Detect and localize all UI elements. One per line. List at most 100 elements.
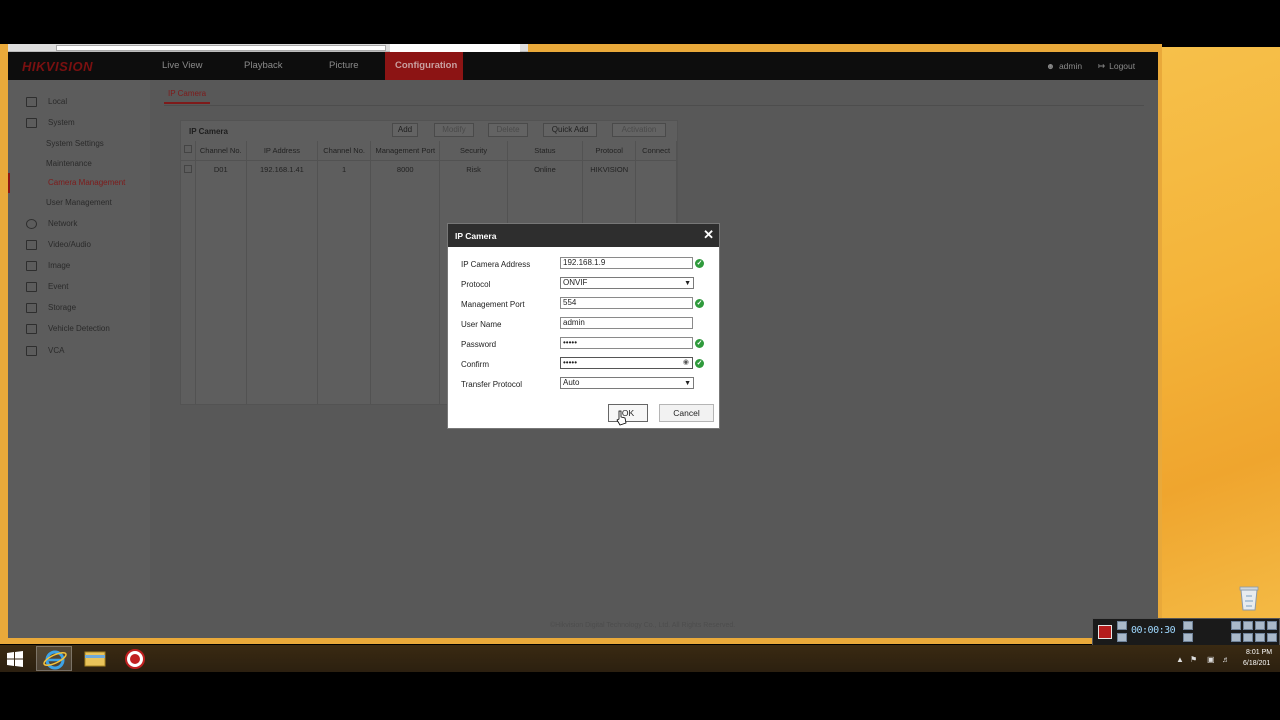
close-icon[interactable] bbox=[1267, 621, 1277, 630]
protocol-selected-value: ONVIF bbox=[563, 278, 588, 287]
activation-button[interactable]: Activation bbox=[612, 123, 666, 137]
confirm-password-input[interactable]: ••••• ◉ bbox=[560, 357, 693, 369]
nav-playback[interactable]: Playback bbox=[234, 52, 293, 80]
row-select-cell[interactable] bbox=[181, 160, 196, 179]
recorder-app-icon bbox=[125, 649, 145, 669]
sidebar-item-video-audio[interactable]: Video/Audio bbox=[8, 235, 150, 255]
sidebar-item-system-settings[interactable]: System Settings bbox=[8, 134, 150, 154]
taskbar-app-recorder[interactable] bbox=[117, 646, 153, 671]
sidebar-item-camera-management[interactable]: Camera Management bbox=[8, 173, 150, 193]
field-row-confirm: Confirm ••••• ◉ ✓ bbox=[448, 356, 719, 376]
user-name: admin bbox=[1058, 61, 1083, 71]
sidebar-item-label: Event bbox=[48, 282, 69, 291]
user-name-input[interactable]: admin bbox=[560, 317, 693, 329]
windows-start-icon[interactable] bbox=[6, 650, 24, 668]
sidebar-item-vca[interactable]: VCA bbox=[8, 341, 150, 361]
nav-picture[interactable]: Picture bbox=[319, 52, 369, 80]
protocol-label: Protocol bbox=[461, 280, 491, 289]
field-row-ip-address: IP Camera Address 192.168.1.9 ✓ bbox=[448, 256, 719, 276]
logout-link[interactable]: ↦ Logout bbox=[1098, 52, 1135, 80]
valid-check-icon: ✓ bbox=[695, 299, 704, 308]
sidebar-item-label: Local bbox=[48, 97, 68, 106]
volume-icon[interactable]: ♬ bbox=[1222, 655, 1230, 664]
microphone-icon[interactable] bbox=[1183, 633, 1193, 642]
valid-check-icon: ✓ bbox=[695, 359, 704, 368]
speaker-icon[interactable] bbox=[1183, 621, 1193, 630]
management-port-input[interactable]: 554 bbox=[560, 297, 693, 309]
sidebar-item-image[interactable]: Image bbox=[8, 256, 150, 276]
transfer-protocol-select[interactable]: Auto ▼ bbox=[560, 377, 694, 389]
add-button[interactable]: Add bbox=[392, 123, 418, 137]
modify-button[interactable]: Modify bbox=[434, 123, 474, 137]
table-row[interactable]: D01 192.168.1.41 1 8000 Risk Online HIKV… bbox=[181, 160, 677, 179]
close-icon[interactable]: ✕ bbox=[703, 227, 714, 243]
taskbar-app-file-explorer[interactable] bbox=[77, 646, 113, 671]
nav-configuration[interactable]: Configuration bbox=[385, 52, 463, 80]
windows-taskbar bbox=[0, 645, 1280, 672]
vca-icon bbox=[26, 346, 37, 356]
valid-check-icon: ✓ bbox=[695, 259, 704, 268]
column-header: Connect bbox=[635, 141, 677, 161]
transfer-protocol-label: Transfer Protocol bbox=[461, 380, 523, 389]
clock-date[interactable]: 6/18/201 bbox=[1243, 660, 1270, 667]
quick-add-button[interactable]: Quick Add bbox=[543, 123, 597, 137]
table-cell: Online bbox=[507, 160, 584, 179]
folder-icon[interactable] bbox=[1243, 621, 1253, 630]
sidebar-item-system[interactable]: System bbox=[8, 113, 150, 133]
stop-record-button[interactable] bbox=[1098, 625, 1112, 639]
sidebar-item-local[interactable]: Local bbox=[8, 92, 150, 112]
screen-recorder-widget: 00:00:30 bbox=[1092, 618, 1280, 646]
camera-icon[interactable] bbox=[1231, 621, 1241, 630]
gear-icon[interactable] bbox=[1255, 621, 1265, 630]
video-icon bbox=[26, 240, 37, 250]
nav-live-view[interactable]: Live View bbox=[152, 52, 213, 80]
sidebar-item-user-management[interactable]: User Management bbox=[8, 193, 150, 213]
sidebar-item-label: VCA bbox=[48, 346, 65, 355]
select-all-cell[interactable] bbox=[181, 141, 196, 161]
show-hidden-icons-icon[interactable]: ▲ bbox=[1176, 655, 1184, 664]
network-icon[interactable]: ▣ bbox=[1207, 655, 1215, 664]
row-checkbox[interactable] bbox=[183, 164, 192, 173]
password-input[interactable]: ••••• bbox=[560, 337, 693, 349]
user-menu[interactable]: ☻ admin bbox=[1046, 52, 1082, 80]
image-icon bbox=[26, 261, 37, 271]
action-center-flag-icon[interactable]: ⚑ bbox=[1190, 655, 1197, 664]
recording-time: 00:00:30 bbox=[1131, 625, 1176, 636]
browser-tab[interactable] bbox=[390, 44, 520, 52]
pause-icon[interactable] bbox=[1117, 633, 1127, 642]
tab-ip-camera[interactable]: IP Camera bbox=[164, 88, 211, 104]
address-bar[interactable] bbox=[56, 45, 386, 51]
sidebar-item-network[interactable]: Network bbox=[8, 214, 150, 234]
tab-divider bbox=[164, 105, 1144, 106]
cancel-button[interactable]: Cancel bbox=[659, 404, 714, 422]
ok-button[interactable]: OK bbox=[608, 404, 648, 422]
top-navigation-bar: HIKVISION Live View Playback Picture Con… bbox=[8, 52, 1158, 80]
select-all-checkbox[interactable] bbox=[183, 145, 192, 154]
logout-label: Logout bbox=[1109, 61, 1136, 71]
transfer-protocol-selected-value: Auto bbox=[563, 378, 580, 387]
recycle-bin-icon[interactable] bbox=[1236, 582, 1262, 612]
clock-time[interactable]: 8:01 PM bbox=[1246, 649, 1272, 656]
user-name-label: User Name bbox=[461, 320, 502, 329]
delete-button[interactable]: Delete bbox=[488, 123, 528, 137]
region-icon[interactable] bbox=[1243, 633, 1253, 642]
webcam-icon[interactable] bbox=[1231, 633, 1241, 642]
fullscreen-icon[interactable] bbox=[1267, 633, 1277, 642]
sidebar-item-vehicle-detection[interactable]: Vehicle Detection bbox=[8, 319, 150, 339]
taskbar-app-internet-explorer[interactable] bbox=[36, 646, 72, 671]
table-cell: 1 bbox=[317, 160, 372, 179]
copyright-footer: ©Hikvision Digital Technology Co., Ltd. … bbox=[550, 622, 736, 629]
sidebar-item-event[interactable]: Event bbox=[8, 277, 150, 297]
ip-address-input[interactable]: 192.168.1.9 bbox=[560, 257, 693, 269]
sidebar-item-label: Network bbox=[48, 219, 78, 228]
table-header-row: Channel No. IP Address Channel No. Manag… bbox=[181, 141, 677, 161]
chevron-down-icon: ▼ bbox=[684, 380, 691, 387]
timer-icon[interactable] bbox=[1117, 621, 1127, 630]
window-icon[interactable] bbox=[1255, 633, 1265, 642]
system-icon bbox=[26, 118, 37, 128]
protocol-select[interactable]: ONVIF ▼ bbox=[560, 277, 694, 289]
field-row-transfer-protocol: Transfer Protocol Auto ▼ bbox=[448, 376, 719, 396]
sidebar-item-storage[interactable]: Storage bbox=[8, 298, 150, 318]
reveal-password-icon[interactable]: ◉ bbox=[683, 358, 689, 368]
sidebar-item-maintenance[interactable]: Maintenance bbox=[8, 154, 150, 174]
